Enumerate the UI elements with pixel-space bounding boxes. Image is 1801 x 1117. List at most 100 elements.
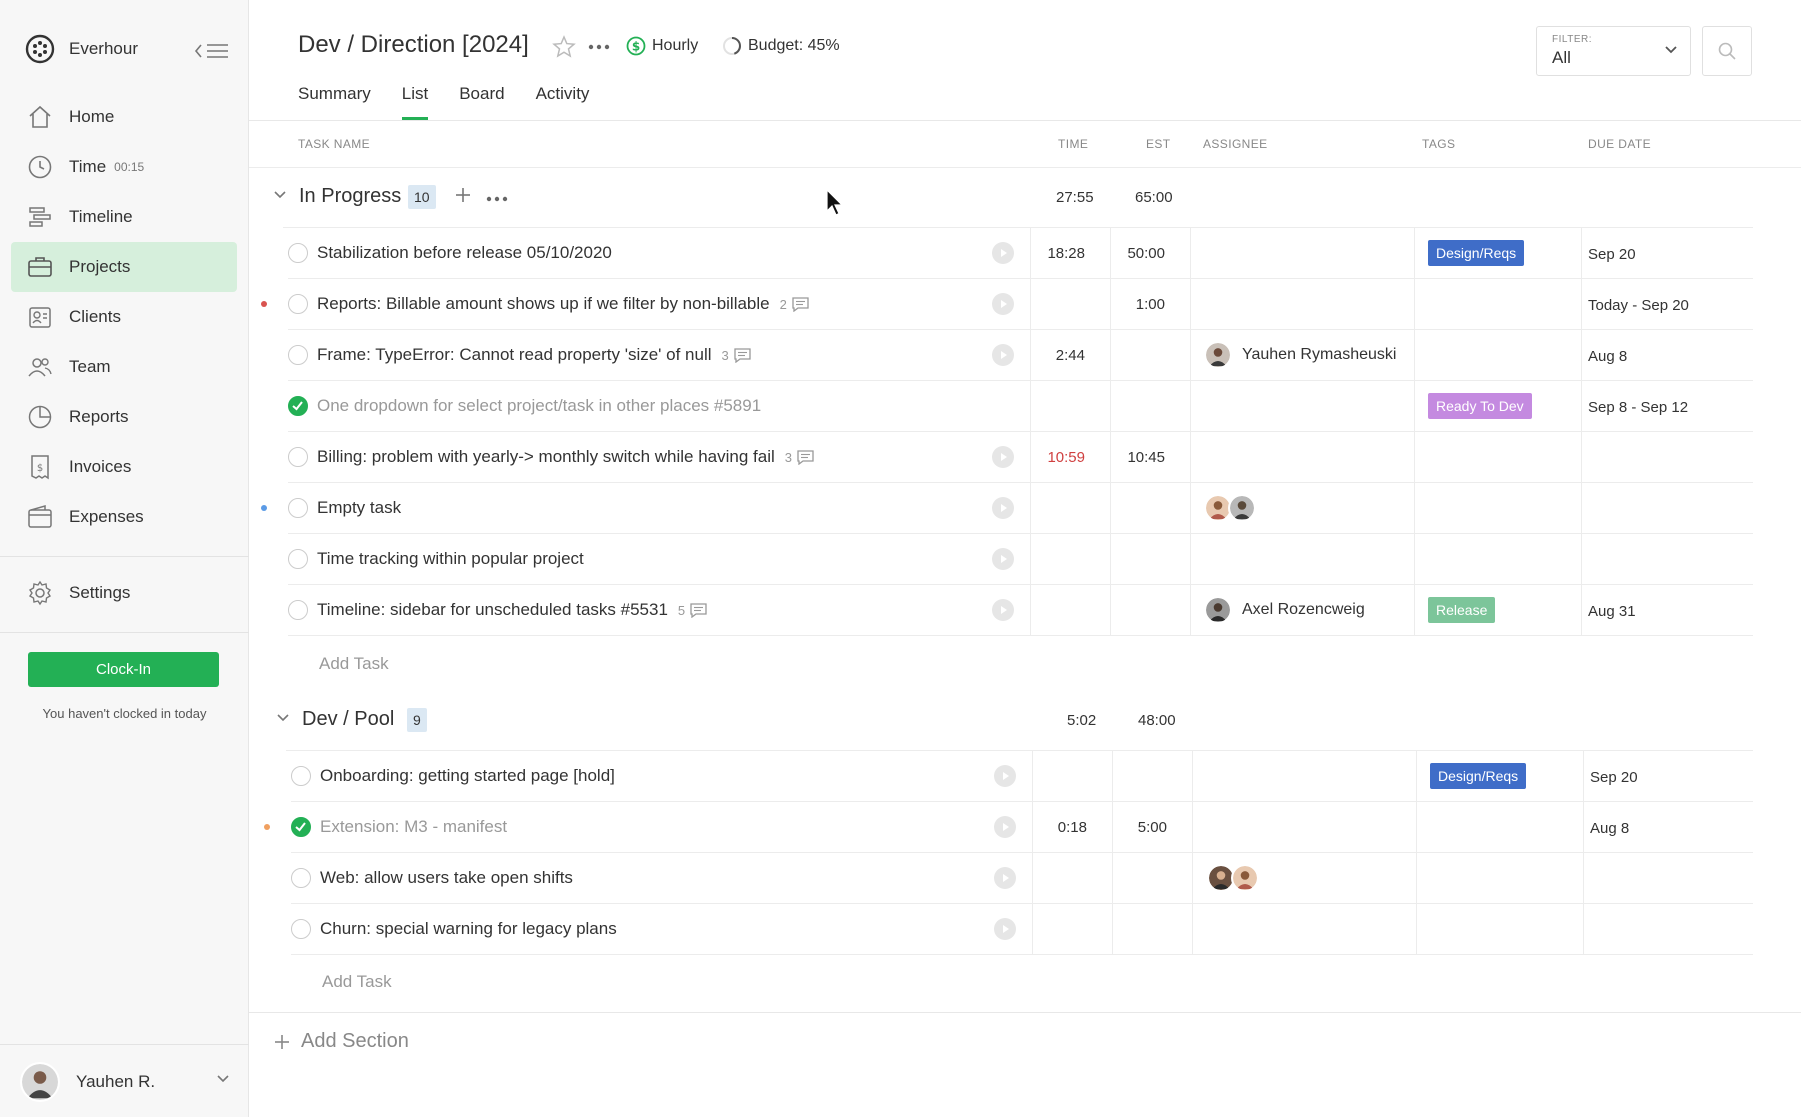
sidebar-item-team[interactable]: Team [11,342,237,392]
task-name[interactable]: Time tracking within popular project [317,549,584,569]
task-name[interactable]: One dropdown for select project/task in … [317,396,761,416]
task-name[interactable]: Stabilization before release 05/10/2020 [317,243,612,263]
play-timer-button[interactable] [992,293,1014,315]
section-title[interactable]: Dev / Pool [302,708,394,731]
task-checkbox[interactable] [288,498,308,518]
sidebar-item-timeline[interactable]: Timeline [11,192,237,242]
play-timer-button[interactable] [992,497,1014,519]
tag-badge[interactable]: Design/Reqs [1430,763,1527,789]
task-row[interactable]: Time tracking within popular project [288,534,1753,585]
task-checkbox[interactable] [288,600,308,620]
tab-list[interactable]: List [401,84,429,120]
task-name[interactable]: Reports: Billable amount shows up if we … [317,294,809,314]
task-checkbox[interactable] [291,919,311,939]
task-row[interactable]: Stabilization before release 05/10/2020 … [288,228,1753,279]
task-assignees[interactable] [1204,494,1256,522]
task-time[interactable]: 0:18 [1027,819,1087,836]
column-header-assignee[interactable]: ASSIGNEE [1203,137,1268,151]
task-row[interactable]: Reports: Billable amount shows up if we … [261,279,1753,330]
star-icon[interactable] [552,35,576,59]
task-due-date[interactable]: Sep 20 [1590,769,1638,786]
add-task-icon[interactable] [454,186,472,204]
budget-indicator[interactable]: Budget: 45% [722,36,840,56]
task-time[interactable]: 2:44 [1025,347,1085,364]
tag-badge[interactable]: Design/Reqs [1428,240,1525,266]
sidebar-item-reports[interactable]: Reports [11,392,237,442]
task-checkbox[interactable] [291,868,311,888]
sidebar-item-clients[interactable]: Clients [11,292,237,342]
play-timer-button[interactable] [994,816,1016,838]
play-timer-button[interactable] [992,242,1014,264]
play-timer-button[interactable] [994,918,1016,940]
task-checkbox-checked[interactable] [291,817,311,837]
task-estimate[interactable]: 10:45 [1105,449,1165,466]
column-header-time[interactable]: TIME [1058,137,1088,151]
task-checkbox[interactable] [288,447,308,467]
play-timer-button[interactable] [992,344,1014,366]
sidebar-item-settings[interactable]: Settings [11,568,237,618]
task-row[interactable]: Empty task [261,483,1753,534]
task-time-over-estimate[interactable]: 10:59 [1025,449,1085,466]
task-name[interactable]: Churn: special warning for legacy plans [320,919,617,939]
task-name[interactable]: Empty task [317,498,401,518]
column-header-tags[interactable]: TAGS [1422,137,1455,151]
comment-count[interactable]: 2 [780,297,809,312]
task-row[interactable]: Churn: special warning for legacy plans [291,904,1753,955]
task-assignee[interactable]: Axel Rozencweig [1204,596,1365,624]
task-name[interactable]: Timeline: sidebar for unscheduled tasks … [317,600,707,620]
sidebar-item-time[interactable]: Time 00:15 [11,142,237,192]
task-checkbox-checked[interactable] [288,396,308,416]
column-header-due-date[interactable]: DUE DATE [1588,137,1651,151]
play-timer-button[interactable] [992,548,1014,570]
task-name[interactable]: Extension: M3 - manifest [320,817,507,837]
task-checkbox[interactable] [288,243,308,263]
task-checkbox[interactable] [288,294,308,314]
task-assignee[interactable]: Yauhen Rymasheuski [1204,341,1396,369]
section-title[interactable]: In Progress [299,185,401,208]
play-timer-button[interactable] [992,446,1014,468]
billing-type[interactable]: $ Hourly [626,36,698,56]
play-timer-button[interactable] [994,867,1016,889]
filter-select[interactable]: FILTER: All [1536,26,1691,76]
task-due-date[interactable]: Aug 31 [1588,603,1636,620]
play-timer-button[interactable] [992,599,1014,621]
task-row[interactable]: One dropdown for select project/task in … [288,381,1753,432]
user-menu[interactable]: Yauhen R. [20,1062,230,1102]
tag-badge[interactable]: Release [1428,597,1496,623]
task-row[interactable]: Timeline: sidebar for unscheduled tasks … [288,585,1753,636]
comment-count[interactable]: 3 [722,348,751,363]
chevron-down-icon[interactable] [273,190,287,200]
task-name[interactable]: Frame: TypeError: Cannot read property '… [317,345,751,365]
play-timer-button[interactable] [994,765,1016,787]
more-options-icon[interactable] [588,44,610,50]
task-checkbox[interactable] [288,549,308,569]
column-header-est[interactable]: EST [1146,137,1171,151]
chevron-down-icon[interactable] [276,713,290,723]
task-checkbox[interactable] [291,766,311,786]
add-task-link[interactable]: Add Task [322,972,392,992]
task-time[interactable]: 18:28 [1025,245,1085,262]
task-row[interactable]: Extension: M3 - manifest 0:18 5:00 Aug 8 [264,802,1753,853]
task-assignees[interactable] [1207,864,1259,892]
brand[interactable]: Everhour [25,34,138,64]
task-checkbox[interactable] [288,345,308,365]
task-row[interactable]: Frame: TypeError: Cannot read property '… [288,330,1753,381]
task-estimate[interactable]: 1:00 [1105,296,1165,313]
task-estimate[interactable]: 50:00 [1105,245,1165,262]
add-section-button[interactable]: Add Section [273,1030,409,1053]
tab-activity[interactable]: Activity [536,84,590,104]
column-header-task-name[interactable]: TASK NAME [298,137,370,151]
task-due-date[interactable]: Today - Sep 20 [1588,297,1689,314]
comment-count[interactable]: 3 [785,450,814,465]
sidebar-item-expenses[interactable]: Expenses [11,492,237,542]
clock-in-button[interactable]: Clock-In [28,652,219,687]
task-row[interactable]: Billing: problem with yearly-> monthly s… [288,432,1753,483]
task-due-date[interactable]: Sep 8 - Sep 12 [1588,399,1688,416]
sidebar-item-invoices[interactable]: $ Invoices [11,442,237,492]
task-due-date[interactable]: Aug 8 [1588,348,1627,365]
add-task-link[interactable]: Add Task [319,654,389,674]
tag-badge[interactable]: Ready To Dev [1428,393,1532,419]
collapse-sidebar-icon[interactable] [194,42,230,60]
task-estimate[interactable]: 5:00 [1107,819,1167,836]
search-button[interactable] [1702,26,1752,76]
